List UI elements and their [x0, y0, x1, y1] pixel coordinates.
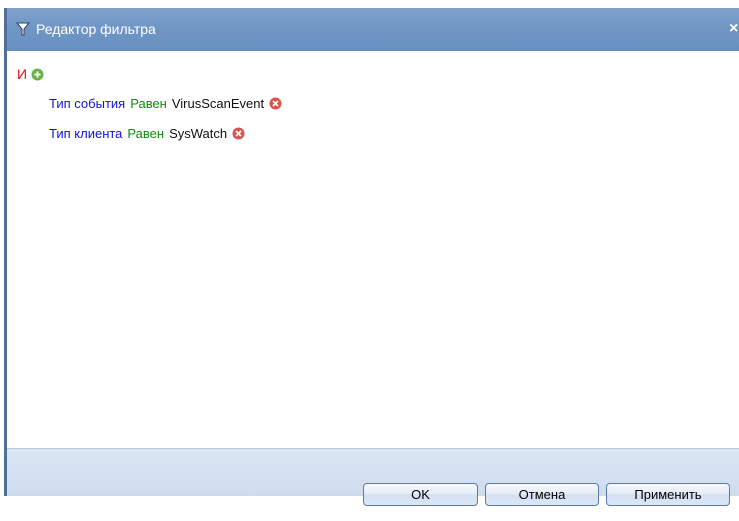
remove-circle-icon[interactable] [232, 127, 245, 140]
dialog-title: Редактор фильтра [36, 21, 156, 37]
filter-icon [15, 22, 31, 36]
dialog-footer: OK Отмена Применить [7, 448, 739, 506]
apply-button[interactable]: Применить [606, 483, 730, 506]
filter-editor-dialog: Редактор фильтра × И Тип события Равен V… [4, 8, 739, 506]
condition-value[interactable]: SysWatch [169, 126, 227, 141]
ok-button[interactable]: OK [363, 483, 478, 506]
condition-value[interactable]: VirusScanEvent [172, 96, 264, 111]
plus-circle-icon[interactable] [31, 68, 44, 81]
filter-group-and: И [17, 66, 44, 82]
condition-field[interactable]: Тип события [49, 96, 125, 111]
title-bar[interactable]: Редактор фильтра × [7, 8, 739, 51]
filter-tree: И Тип события Равен VirusScanEvent Тип к… [7, 51, 739, 448]
condition-operator[interactable]: Равен [127, 126, 164, 141]
condition-field[interactable]: Тип клиента [49, 126, 122, 141]
remove-circle-icon[interactable] [269, 97, 282, 110]
close-icon[interactable]: × [729, 20, 739, 38]
filter-condition: Тип события Равен VirusScanEvent [49, 94, 282, 112]
filter-condition: Тип клиента Равен SysWatch [49, 124, 245, 142]
group-operator[interactable]: И [17, 66, 27, 82]
cancel-button[interactable]: Отмена [485, 483, 599, 506]
condition-operator[interactable]: Равен [130, 96, 167, 111]
